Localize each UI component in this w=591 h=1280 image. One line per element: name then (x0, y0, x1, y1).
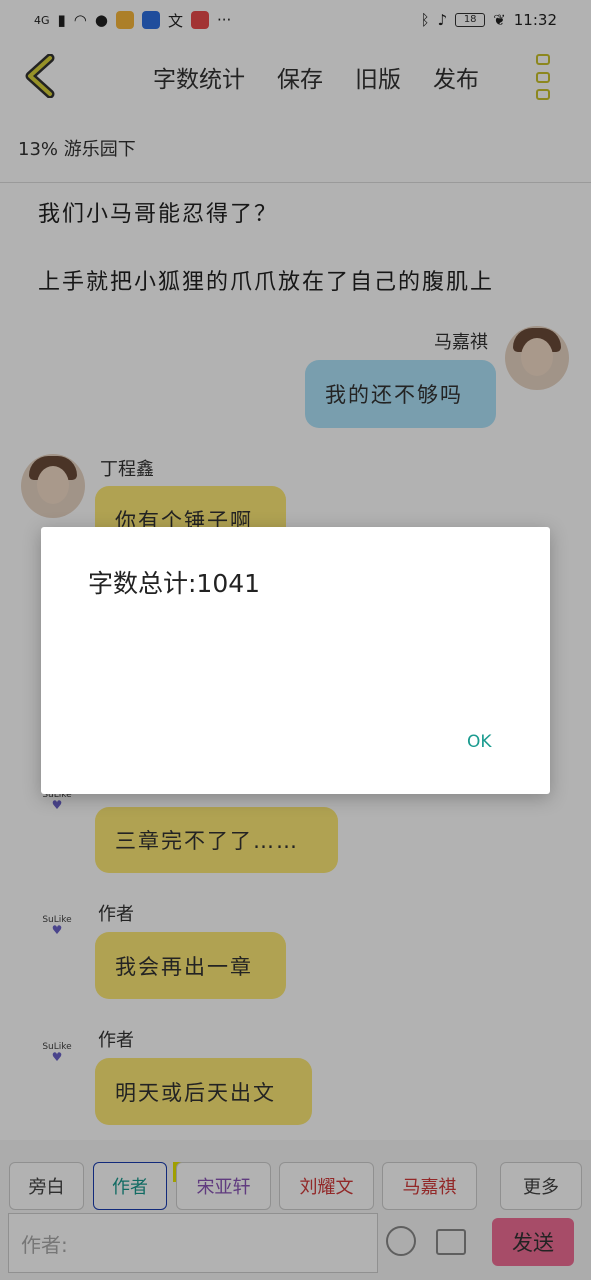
ok-button[interactable]: OK (467, 732, 492, 752)
dialog-message: 字数总计:1041 (88, 569, 261, 598)
word-count-dialog: 字数总计:1041 OK (41, 527, 550, 794)
